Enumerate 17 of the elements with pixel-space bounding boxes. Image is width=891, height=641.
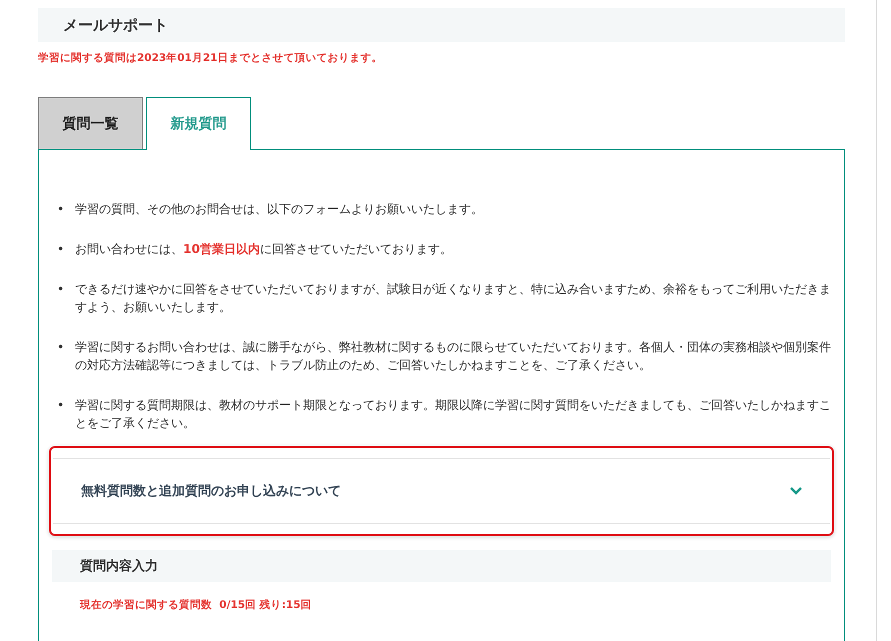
bullet: •: [57, 339, 66, 356]
tab[interactable]: 質問一覧: [38, 97, 143, 149]
bullet: •: [57, 241, 66, 258]
bullet: •: [57, 281, 66, 298]
chevron-icon: [790, 487, 802, 495]
bullet: •: [57, 201, 66, 218]
note-text: 学習に関するお問い合わせは、誠に勝手ながら、弊社教材に関するものに限らせていただいております。各個人・団体の実務相談や個別案件の対応方法確認等につきましては、トラブル防止のため、ご回答いたしかねますことを、ご了承ください。: [75, 339, 832, 374]
page-title: メールサポート: [63, 16, 168, 34]
note-text: 学習の質問、その他のお問合せは、以下のフォームよりお願いいたします。: [75, 201, 484, 218]
accordion-header[interactable]: 無料質問数と追加質問のお申し込みについて: [53, 458, 830, 524]
note-text: できるだけ速やかに回答をさせていただいておりますが、試験日が近くなりますと、特に込み合いますため、余裕をもってご利用いただきますよう、お願いいたします。: [75, 281, 832, 316]
question-counter: 現在の学習に関する質問数 0/15回 残り:15回: [80, 598, 313, 612]
notice-text: 学習に関する質問は2023年01月21日までとさせて頂いております。: [38, 51, 384, 65]
note-text: お問い合わせには、10営業日以内に回答させていただいております。: [75, 241, 453, 258]
section-title: 質問内容入力: [80, 558, 158, 575]
note-text: 学習に関する質問期限は、教材のサポート期限となっております。期限以降に学習に関す質問をいただきましても、ご回答いたしかねますことをご了承ください。: [75, 397, 832, 432]
bullet: •: [57, 397, 66, 414]
